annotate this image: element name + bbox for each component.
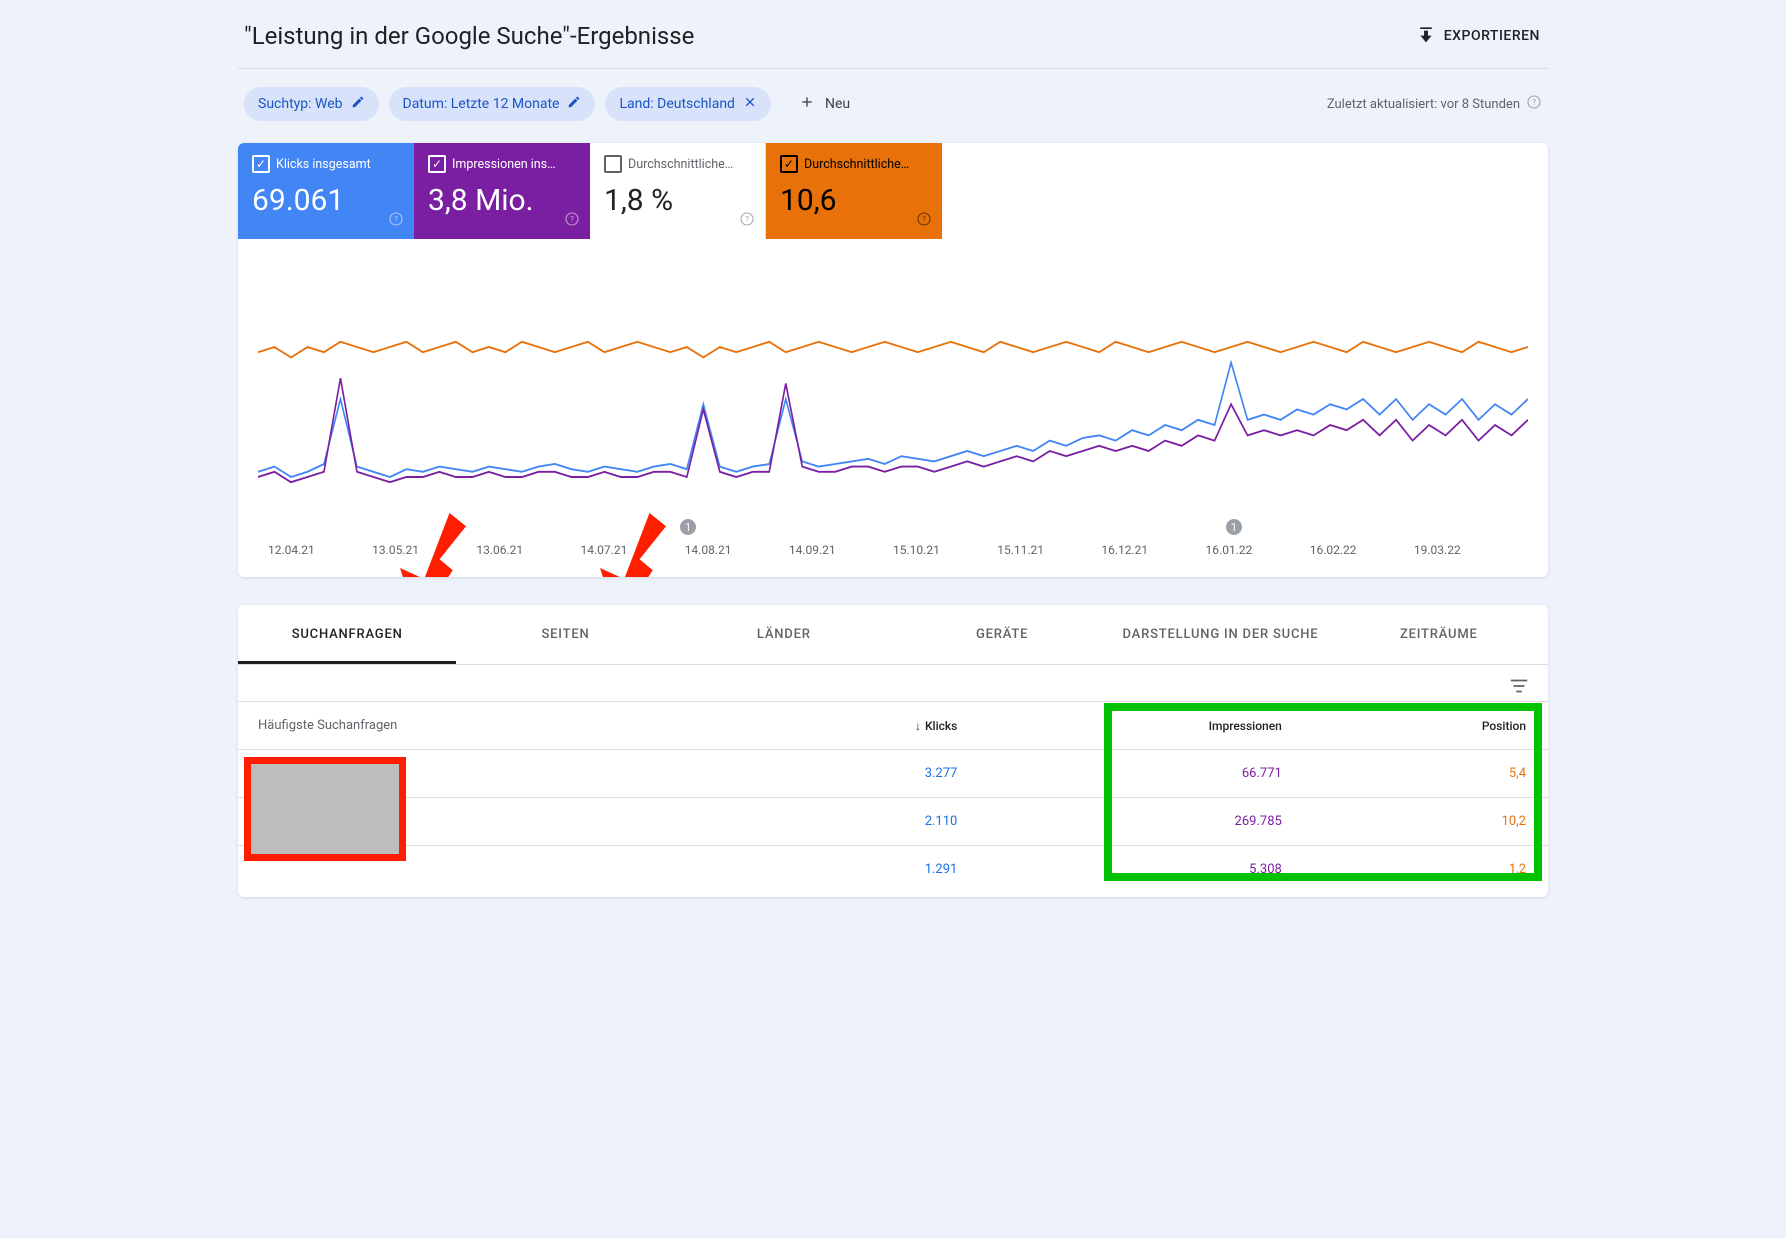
download-icon [1416, 24, 1436, 48]
svg-text:?: ? [922, 215, 926, 224]
chart-marker[interactable]: 1 [680, 519, 696, 535]
tab-suchanfragen[interactable]: SUCHANFRAGEN [238, 605, 456, 664]
x-tick: 14.09.21 [789, 543, 893, 557]
chart-x-axis: 12.04.2113.05.2113.06.2114.07.2114.08.21… [238, 539, 1548, 577]
results-table-wrap: Häufigste Suchanfragen ↓Klicks Impressio… [238, 701, 1548, 897]
last-updated-label: Zuletzt aktualisiert: vor 8 Stunden [1327, 97, 1520, 112]
export-label: EXPORTIEREN [1444, 28, 1540, 44]
table-row[interactable]: 3.27766.7715,4 [238, 750, 1548, 798]
checkbox-icon [780, 155, 798, 173]
svg-text:?: ? [1532, 98, 1536, 107]
plus-icon [799, 94, 815, 114]
cell-impressions: 269.785 [979, 798, 1303, 846]
add-filter-label: Neu [825, 96, 850, 112]
filter-icon[interactable] [1508, 675, 1530, 701]
export-button[interactable]: EXPORTIEREN [1416, 24, 1540, 48]
tab-seiten[interactable]: SEITEN [456, 605, 674, 664]
tab-zeiträume[interactable]: ZEITRÄUME [1330, 605, 1548, 664]
metric-value: 10,6 [780, 183, 928, 218]
x-tick: 15.10.21 [893, 543, 997, 557]
x-tick: 16.01.22 [1206, 543, 1310, 557]
chart-area [238, 239, 1548, 539]
edit-icon[interactable] [351, 95, 365, 113]
metric-clicks[interactable]: Klicks insgesamt 69.061? [238, 143, 414, 239]
table-toolbar [238, 665, 1548, 701]
x-tick: 14.08.21 [685, 543, 789, 557]
col-impressions[interactable]: Impressionen [979, 702, 1303, 750]
metric-pos[interactable]: Durchschnittliche… 10,6? [766, 143, 942, 239]
filter-row: Suchtyp: Web Datum: Letzte 12 Monate Land:… [238, 69, 1548, 143]
checkbox-icon [604, 155, 622, 173]
svg-text:?: ? [394, 215, 398, 224]
chip-label: Datum: Letzte 12 Monate [403, 96, 560, 112]
help-icon[interactable]: ? [1526, 94, 1542, 114]
annotation-red-box [244, 757, 406, 861]
metric-label: Klicks insgesamt [276, 157, 371, 172]
x-tick: 13.05.21 [372, 543, 476, 557]
metric-label: Durchschnittliche… [804, 157, 909, 172]
metric-label: Durchschnittliche… [628, 157, 733, 172]
metric-label: Impressionen ins… [452, 157, 556, 172]
filter-chips: Suchtyp: Web Datum: Letzte 12 Monate Land:… [244, 87, 860, 121]
page-header: "Leistung in der Google Suche"-Ergebniss… [238, 12, 1548, 69]
cell-impressions: 66.771 [979, 750, 1303, 798]
metric-ctr[interactable]: Durchschnittliche… 1,8 %? [590, 143, 766, 239]
col-clicks[interactable]: ↓Klicks [740, 702, 979, 750]
table-row[interactable]: 2.110269.78510,2 [238, 798, 1548, 846]
metric-value: 69.061 [252, 183, 400, 218]
checkbox-icon [252, 155, 270, 173]
help-icon[interactable]: ? [388, 211, 404, 231]
cell-position: 5,4 [1304, 750, 1548, 798]
close-icon[interactable] [743, 95, 757, 113]
line-chart[interactable] [258, 269, 1528, 529]
cell-position: 10,2 [1304, 798, 1548, 846]
col-position[interactable]: Position [1304, 702, 1548, 750]
x-tick: 15.11.21 [997, 543, 1101, 557]
cell-clicks: 2.110 [740, 798, 979, 846]
cell-position: 1,2 [1304, 846, 1548, 894]
performance-chart-card: Klicks insgesamt69.061?Impressionen ins…… [238, 143, 1548, 577]
col-query[interactable]: Häufigste Suchanfragen [238, 702, 740, 750]
tab-darstellung-in-der-suche[interactable]: DARSTELLUNG IN DER SUCHE [1111, 605, 1329, 664]
results-table: Häufigste Suchanfragen ↓Klicks Impressio… [238, 701, 1548, 893]
filter-chip[interactable]: Suchtyp: Web [244, 87, 379, 121]
tab-geräte[interactable]: GERÄTE [893, 605, 1111, 664]
tab-länder[interactable]: LÄNDER [675, 605, 893, 664]
metric-impr[interactable]: Impressionen ins… 3,8 Mio.? [414, 143, 590, 239]
cell-impressions: 5.308 [979, 846, 1303, 894]
add-filter-button[interactable]: Neu [789, 88, 860, 120]
help-icon[interactable]: ? [739, 211, 755, 231]
sort-down-icon: ↓ [915, 719, 921, 733]
table-header-row: Häufigste Suchanfragen ↓Klicks Impressio… [238, 702, 1548, 750]
x-tick: 19.03.22 [1414, 543, 1518, 557]
svg-text:?: ? [745, 215, 749, 224]
x-tick: 16.12.21 [1101, 543, 1205, 557]
page-title: "Leistung in der Google Suche"-Ergebniss… [244, 22, 694, 50]
x-tick: 13.06.21 [476, 543, 580, 557]
table-row[interactable]: 1.2915.3081,2 [238, 846, 1548, 894]
help-icon[interactable]: ? [564, 211, 580, 231]
x-tick: 14.07.21 [581, 543, 685, 557]
last-updated: Zuletzt aktualisiert: vor 8 Stunden ? [1327, 94, 1542, 114]
chip-label: Suchtyp: Web [258, 96, 343, 112]
svg-text:?: ? [570, 215, 574, 224]
filter-chip[interactable]: Land: Deutschland [605, 87, 770, 121]
checkbox-icon [428, 155, 446, 173]
metric-value: 3,8 Mio. [428, 183, 576, 218]
x-tick: 16.02.22 [1310, 543, 1414, 557]
tabs: SUCHANFRAGENSEITENLÄNDERGERÄTEDARSTELLUN… [238, 605, 1548, 665]
metric-value: 1,8 % [604, 183, 751, 218]
results-card: SUCHANFRAGENSEITENLÄNDERGERÄTEDARSTELLUN… [238, 605, 1548, 897]
chip-label: Land: Deutschland [619, 96, 734, 112]
filter-chip[interactable]: Datum: Letzte 12 Monate [389, 87, 596, 121]
cell-clicks: 1.291 [740, 846, 979, 894]
x-tick: 12.04.21 [268, 543, 372, 557]
chart-marker[interactable]: 1 [1226, 519, 1242, 535]
metric-row: Klicks insgesamt69.061?Impressionen ins…… [238, 143, 1548, 239]
help-icon[interactable]: ? [916, 211, 932, 231]
cell-clicks: 3.277 [740, 750, 979, 798]
edit-icon[interactable] [567, 95, 581, 113]
